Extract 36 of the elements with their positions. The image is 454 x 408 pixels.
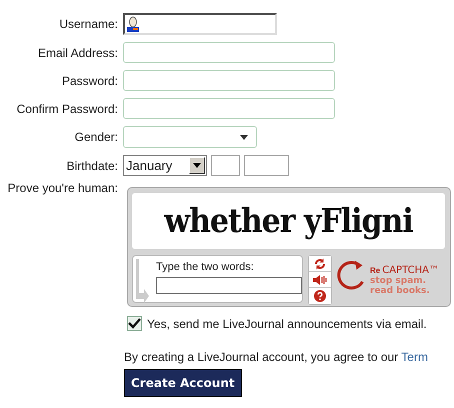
refresh-icon [314, 258, 326, 270]
create-account-button[interactable]: Create Account [124, 369, 242, 397]
field-label: Gender: [74, 130, 118, 144]
text-field[interactable] [123, 42, 335, 63]
audio-button[interactable] [309, 272, 331, 288]
month-dropdown[interactable]: January [123, 155, 207, 176]
user-icon [126, 16, 140, 32]
refresh-button[interactable] [309, 256, 331, 272]
answer-field[interactable] [156, 277, 302, 294]
logo-tagline: stop spam. [370, 276, 428, 286]
text-field[interactable] [123, 70, 335, 91]
arrow-icon [136, 259, 150, 303]
text-field[interactable] [123, 98, 335, 119]
field-label: Username: [58, 17, 118, 31]
username-field[interactable] [123, 13, 277, 35]
captcha-label: Prove you're human: [6, 181, 118, 195]
speaker-icon [313, 274, 327, 284]
captcha-prompt: Type the two words: [156, 261, 255, 273]
help-icon [314, 290, 326, 302]
field-label: Email Address: [36, 46, 118, 60]
terms-text: By creating a LiveJournal account, you agree to our Term [124, 350, 429, 364]
help-button[interactable] [309, 288, 331, 304]
newsletter-label: Yes, send me LiveJournal announcements via email. [147, 316, 427, 330]
field-label: Confirm Password: [16, 102, 118, 116]
logo-tagline: read books. [370, 286, 431, 296]
field-label: Password: [60, 74, 118, 88]
newsletter-checkbox[interactable] [127, 316, 142, 331]
caret-icon [193, 163, 201, 168]
year-field[interactable] [244, 155, 289, 176]
logo-name: CAPTCHA™ [382, 265, 439, 276]
caret-icon [240, 134, 248, 140]
field-label: Birthdate: [66, 158, 118, 172]
captcha-words: whether yFligni [164, 202, 413, 240]
day-field[interactable] [211, 155, 240, 176]
logo-prefix: Re [370, 266, 380, 275]
terms-link[interactable]: Term [401, 350, 428, 364]
